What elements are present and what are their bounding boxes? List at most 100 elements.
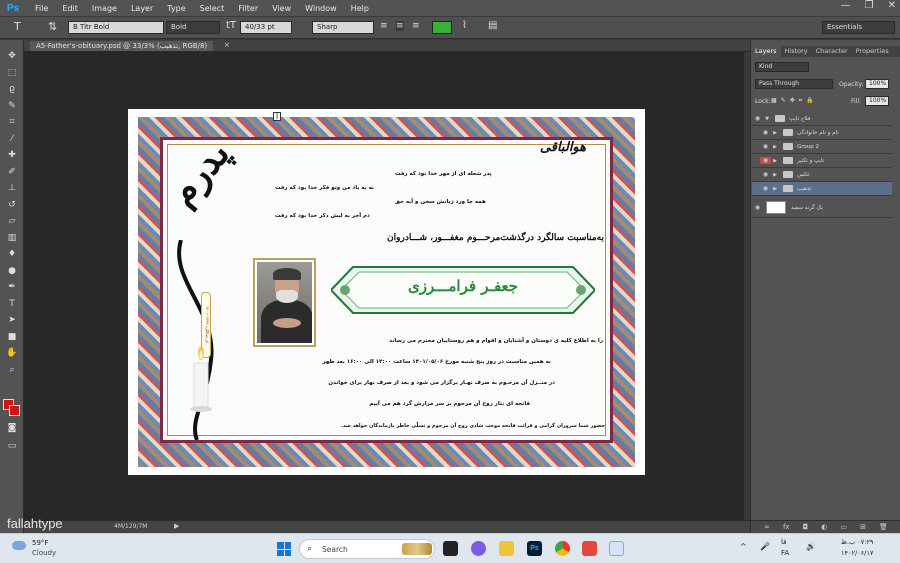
close-button[interactable]: ✕ bbox=[888, 0, 896, 11]
quick-select-tool-icon[interactable]: ✎ bbox=[0, 98, 24, 115]
status-menu-arrow-icon[interactable]: ▶ bbox=[174, 522, 179, 530]
tab-history[interactable]: History bbox=[781, 46, 812, 57]
menu-window[interactable]: Window bbox=[298, 4, 344, 13]
expand-arrow-icon[interactable]: ▶ bbox=[771, 172, 779, 178]
warp-text-icon[interactable]: ⌇ bbox=[462, 20, 467, 31]
taskbar-search[interactable]: ⌕ Search bbox=[299, 539, 435, 559]
adjust-icon[interactable]: ◐ bbox=[821, 523, 827, 531]
windows-start-icon[interactable] bbox=[277, 542, 291, 556]
expand-arrow-icon[interactable]: ▶ bbox=[771, 186, 779, 192]
visibility-eye-icon[interactable]: ◉ bbox=[760, 143, 771, 150]
tab-properties[interactable]: Properties bbox=[852, 46, 893, 57]
font-style-select[interactable]: Bold bbox=[166, 21, 220, 34]
lasso-tool-icon[interactable]: ϱ bbox=[0, 81, 24, 98]
visibility-eye-icon[interactable]: ◉ bbox=[760, 157, 771, 164]
visibility-eye-icon[interactable]: ◉ bbox=[752, 115, 763, 122]
layer-row[interactable]: ◉ ▶ تایپ و تکثیر bbox=[752, 154, 892, 168]
pen-tool-icon[interactable]: ✒ bbox=[0, 279, 24, 296]
dodge-tool-icon[interactable]: ● bbox=[0, 263, 24, 280]
align-right-icon[interactable]: ≡ bbox=[412, 21, 420, 31]
anti-alias-select[interactable]: Sharp bbox=[312, 21, 374, 34]
opacity-input[interactable]: 100% bbox=[865, 79, 889, 89]
app-triangle-icon[interactable] bbox=[609, 541, 624, 556]
link-icon[interactable]: ∞ bbox=[764, 523, 770, 531]
minimize-button[interactable]: — bbox=[841, 0, 851, 11]
text-orientation-icon[interactable]: ⇅ bbox=[48, 20, 57, 33]
visibility-eye-icon[interactable]: ◉ bbox=[760, 185, 771, 192]
path-select-tool-icon[interactable]: ➤ bbox=[0, 312, 24, 329]
clock-date[interactable]: ۱۴۰۲/۰۶/۱۷ bbox=[841, 549, 873, 557]
layer-row[interactable]: ◉ ▶ عکس bbox=[752, 168, 892, 182]
eyedropper-tool-icon[interactable]: ⁄ bbox=[0, 131, 24, 148]
stamp-tool-icon[interactable]: ⊥ bbox=[0, 180, 24, 197]
background-color-swatch[interactable] bbox=[9, 405, 20, 416]
collapse-arrow-icon[interactable]: ▼ bbox=[763, 116, 771, 122]
tray-chevron-icon[interactable]: ^ bbox=[740, 542, 747, 551]
microphone-icon[interactable]: 🎤 bbox=[760, 542, 770, 551]
menu-layer[interactable]: Layer bbox=[124, 4, 160, 13]
align-center-icon[interactable]: ≡ bbox=[396, 21, 404, 31]
type-tool-icon[interactable]: T bbox=[14, 20, 21, 33]
expand-arrow-icon[interactable]: ▶ bbox=[771, 130, 779, 136]
menu-view[interactable]: View bbox=[265, 4, 298, 13]
expand-arrow-icon[interactable]: ▶ bbox=[771, 158, 779, 164]
layer-row[interactable]: ◉ ▶ Group 2 bbox=[752, 140, 892, 154]
expand-arrow-icon[interactable]: ▶ bbox=[771, 144, 779, 150]
chat-icon[interactable] bbox=[471, 541, 486, 556]
crop-tool-icon[interactable]: ⌗ bbox=[0, 114, 24, 131]
app-s-icon[interactable] bbox=[582, 541, 597, 556]
chrome-icon[interactable] bbox=[555, 541, 570, 556]
language-indicator-latin[interactable]: FA bbox=[781, 549, 789, 557]
visibility-eye-icon[interactable]: ◉ bbox=[752, 204, 763, 211]
visibility-eye-icon[interactable]: ◉ bbox=[760, 171, 771, 178]
screen-mode-icon[interactable]: ▭ bbox=[0, 438, 24, 455]
layer-row[interactable]: ◉ ▶ نام و نام خانوادگی bbox=[752, 126, 892, 140]
fill-input[interactable]: 100% bbox=[865, 96, 889, 106]
clock-time[interactable]: ۰۷:۲۹ ب.ظ bbox=[841, 538, 873, 546]
zoom-tool-icon[interactable]: ⌕ bbox=[0, 362, 24, 379]
folder-icon[interactable]: ▭ bbox=[840, 523, 847, 531]
history-brush-tool-icon[interactable]: ↺ bbox=[0, 197, 24, 214]
weather-description[interactable]: Cloudy bbox=[32, 549, 56, 557]
cloud-icon[interactable] bbox=[12, 541, 26, 550]
menu-image[interactable]: Image bbox=[85, 4, 124, 13]
new-layer-icon[interactable]: ⊞ bbox=[860, 523, 866, 531]
visibility-eye-icon[interactable]: ◉ bbox=[760, 129, 771, 136]
lock-icons[interactable]: ▦✎✥⌗🔒 bbox=[771, 97, 818, 105]
document-tab[interactable]: A5-Father's-obituary.psd @ 33/3% (تذهیب,… bbox=[30, 41, 214, 51]
blur-tool-icon[interactable]: ♦ bbox=[0, 246, 24, 263]
tab-layers[interactable]: Layers bbox=[751, 46, 781, 57]
eraser-tool-icon[interactable]: ▱ bbox=[0, 213, 24, 230]
menu-filter[interactable]: Filter bbox=[231, 4, 265, 13]
layer-row[interactable]: ◉ ▼ فلاح تایپ bbox=[752, 112, 892, 126]
font-family-select[interactable]: B Titr Bold bbox=[68, 21, 164, 34]
blend-mode-select[interactable]: Pass Through bbox=[755, 79, 833, 89]
fx-icon[interactable]: fx bbox=[783, 523, 790, 531]
menu-help[interactable]: Help bbox=[344, 4, 376, 13]
move-tool-icon[interactable]: ✥ bbox=[0, 48, 24, 65]
document-close-button[interactable]: × bbox=[224, 41, 230, 49]
brush-tool-icon[interactable]: ✐ bbox=[0, 164, 24, 181]
gradient-tool-icon[interactable]: ▥ bbox=[0, 230, 24, 247]
healing-tool-icon[interactable]: ✚ bbox=[0, 147, 24, 164]
tab-character[interactable]: Character bbox=[812, 46, 852, 57]
layer-row[interactable]: ◉ بک گرند سفید bbox=[752, 198, 892, 218]
weather-temperature[interactable]: 59°F bbox=[32, 539, 48, 547]
marquee-tool-icon[interactable]: ⬚ bbox=[0, 65, 24, 82]
menu-edit[interactable]: Edit bbox=[55, 4, 85, 13]
mask-icon[interactable]: ◘ bbox=[803, 523, 809, 531]
menu-type[interactable]: Type bbox=[160, 4, 192, 13]
hand-tool-icon[interactable]: ✋ bbox=[0, 345, 24, 362]
shape-tool-icon[interactable]: ■ bbox=[0, 329, 24, 346]
workspace-select[interactable]: Essentials bbox=[822, 21, 895, 34]
layer-filter-select[interactable]: Kind bbox=[755, 62, 809, 72]
font-size-select[interactable]: 40/33 pt bbox=[240, 21, 292, 34]
file-explorer-icon[interactable] bbox=[499, 541, 514, 556]
character-panel-icon[interactable]: ▤ bbox=[488, 20, 497, 31]
maximize-button[interactable]: ❐ bbox=[865, 0, 874, 11]
align-left-icon[interactable]: ≡ bbox=[380, 21, 388, 31]
menu-select[interactable]: Select bbox=[193, 4, 232, 13]
layer-row-selected[interactable]: ◉ ▶ تذهیب bbox=[752, 182, 892, 196]
obituary-document[interactable]: I پدرم ای سالگرد ۱۳۹۹-۱۴۰۱ هوالباقی پدر … bbox=[128, 109, 645, 475]
speaker-icon[interactable]: 🔊 bbox=[806, 542, 816, 551]
